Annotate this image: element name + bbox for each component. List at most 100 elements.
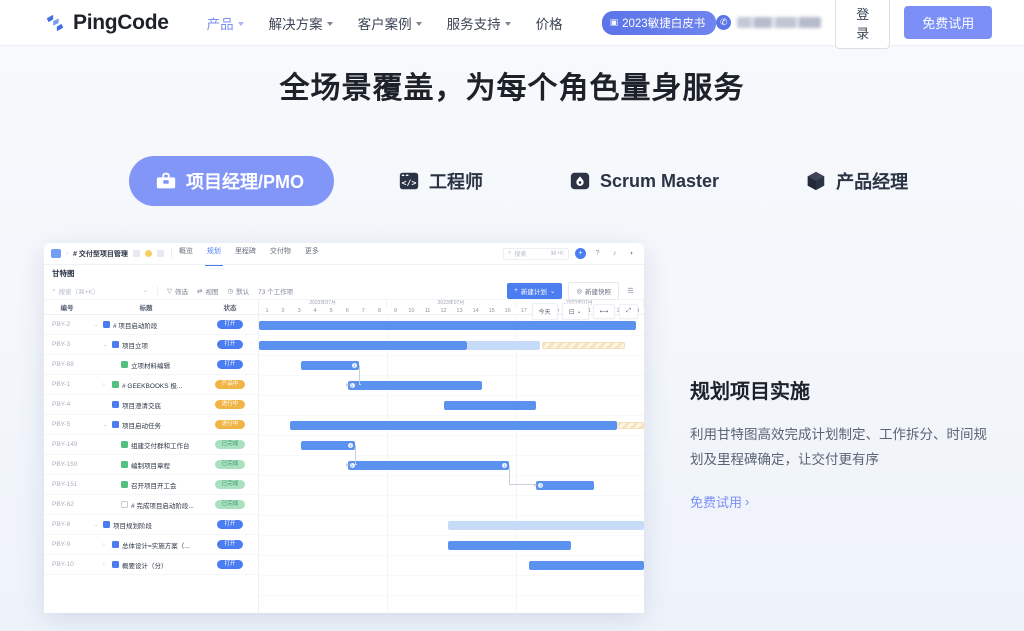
star-icon[interactable] — [144, 250, 152, 257]
gantt-bar[interactable] — [466, 340, 541, 350]
status-badge[interactable]: 打开 — [217, 519, 243, 530]
column-header-status[interactable]: 状态 — [202, 302, 258, 312]
gantt-canvas[interactable]: 111110 — [259, 315, 644, 613]
new-snapshot-button[interactable]: ◎ 新建快照 — [568, 281, 619, 300]
scale-select[interactable]: 日 ⌄ — [561, 303, 589, 320]
free-trial-button[interactable]: 免费试用 — [904, 6, 993, 39]
breadcrumb[interactable]: # 交付型项目管理 — [73, 249, 128, 259]
app-search-input[interactable]: ⌕ 搜索 ⌘+K — [503, 247, 569, 260]
filter-button[interactable]: ▽ 筛选 — [167, 286, 188, 296]
app-tab-planning[interactable]: 规划 — [204, 246, 223, 266]
today-button[interactable]: 今天 — [531, 303, 558, 320]
role-tab-pmo[interactable]: 项目经理/PMO — [129, 156, 335, 206]
status-badge[interactable]: 打开 — [217, 539, 243, 550]
timeline-day-label: 4 — [313, 308, 317, 314]
gantt-bar[interactable] — [541, 341, 625, 349]
status-badge[interactable]: 已完成 — [214, 479, 246, 490]
gantt-chart[interactable]: 2023年07月2023年07月2023年07月1234567891011121… — [259, 300, 644, 613]
avatar[interactable]: ◗ — [626, 248, 637, 259]
nav-item-solutions[interactable]: 解决方案 — [269, 13, 333, 33]
app-tab-more[interactable]: 更多 — [305, 246, 319, 261]
chevron-right-icon[interactable]: › — [103, 562, 109, 568]
brand[interactable]: PingCode — [44, 11, 169, 35]
gantt-bar[interactable] — [617, 421, 644, 429]
chevron-down-icon[interactable]: ⌄ — [103, 422, 109, 428]
gantt-bar[interactable]: 1 — [301, 360, 360, 370]
login-button[interactable]: 登录 — [835, 0, 891, 49]
table-row[interactable]: PBY-10 › 概要设计（分） 打开 — [44, 555, 258, 575]
status-badge[interactable]: 进行中 — [214, 399, 246, 410]
app-tab-deliverables[interactable]: 交付物 — [270, 246, 291, 261]
gantt-bar[interactable]: 1 — [347, 380, 483, 390]
table-row[interactable]: PBY-9 › 总体设计=实施方案（... 打开 — [44, 535, 258, 555]
chevron-down-icon[interactable]: ⌄ — [94, 522, 100, 528]
nav-item-cases[interactable]: 客户案例 — [358, 13, 422, 33]
role-tab-engineer[interactable]: </> 工程师 — [376, 156, 505, 206]
gantt-bar[interactable] — [447, 520, 644, 530]
nav-item-products[interactable]: 产品 — [207, 13, 244, 33]
status-badge[interactable]: 打开 — [217, 359, 243, 370]
table-row[interactable]: PBY-3 ⌄ 项目立项 打开 — [44, 335, 258, 355]
table-row[interactable]: PBY-62 # 完成项目启动阶段... 已完成 — [44, 495, 258, 515]
fit-width-icon[interactable]: ⟷ — [592, 304, 616, 319]
table-row[interactable]: PBY-150 编制项目章程 已完成 — [44, 455, 258, 475]
new-plan-button[interactable]: + 新建计划 ⌄ — [507, 282, 563, 299]
add-button[interactable]: + — [575, 248, 586, 259]
table-row[interactable]: PBY-151 召开项目开工会 已完成 — [44, 475, 258, 495]
nav-item-pricing[interactable]: 价格 — [536, 13, 563, 33]
gantt-toolbar: ⌕ 搜索（⌘+K） ⌄ ▽ 筛选 ⇄ 视图 ◷ 默认 73 个工作项 + 新建计… — [44, 281, 644, 300]
gantt-bar[interactable]: 1 — [301, 440, 356, 450]
chevron-right-icon[interactable]: › — [103, 542, 109, 548]
chevron-right-icon[interactable]: › — [103, 382, 109, 388]
status-badge[interactable]: 产品中 — [214, 379, 246, 390]
role-tab-product-manager[interactable]: 产品经理 — [783, 156, 930, 206]
feature-trial-link[interactable]: 免费试用 › — [690, 492, 749, 511]
gantt-bar[interactable] — [289, 420, 618, 430]
table-row[interactable]: PBY-4 项目澄清交底 进行中 — [44, 395, 258, 415]
gantt-bar[interactable]: 0 — [536, 480, 594, 490]
gantt-bar[interactable] — [259, 320, 637, 330]
status-badge[interactable]: 进行中 — [214, 419, 246, 430]
table-row[interactable]: PBY-8 ⌄ 项目规划阶段 打开 — [44, 515, 258, 535]
list-settings-icon[interactable]: ☰ — [625, 285, 636, 296]
cell-id: PBY-149 — [52, 441, 78, 448]
app-tab-milestone[interactable]: 里程碑 — [235, 246, 256, 261]
status-badge[interactable]: 已完成 — [214, 459, 246, 470]
table-row[interactable]: PBY-1 › # GEEKBOOKS 极... 产品中 — [44, 375, 258, 395]
settings-sliders-icon[interactable] — [156, 250, 164, 257]
view-button[interactable]: ⇄ 视图 — [197, 286, 218, 296]
chevron-down-icon — [504, 21, 511, 26]
table-row[interactable]: PBY-149 组建交付群和工作台 已完成 — [44, 435, 258, 455]
bell-icon[interactable]: ♪ — [609, 248, 620, 259]
status-badge[interactable]: 已完成 — [214, 439, 246, 450]
status-badge[interactable]: 打开 — [217, 319, 243, 330]
app-tab-overview[interactable]: 概览 — [179, 246, 193, 261]
gantt-bar[interactable] — [259, 340, 467, 350]
whitepaper-pill[interactable]: ▣ 2023敏捷白皮书 — [601, 10, 717, 35]
gantt-bar[interactable] — [447, 540, 571, 550]
phone-contact[interactable]: ✆ — [716, 15, 822, 30]
table-row[interactable]: PBY-88 立项材料编辑 打开 — [44, 355, 258, 375]
role-tab-scrum-master[interactable]: Scrum Master — [547, 158, 741, 204]
fullscreen-icon[interactable]: ⤢ — [619, 304, 638, 319]
task-title-label: 总体设计=实施方案（... — [122, 542, 190, 550]
table-row[interactable]: PBY-5 ⌄ 项目启动任务 进行中 — [44, 415, 258, 435]
table-row[interactable]: PBY-2 ⌄ # 项目启动阶段 打开 — [44, 315, 258, 335]
gantt-bar[interactable]: 11 — [347, 460, 510, 470]
gantt-bar[interactable] — [443, 400, 537, 410]
gantt-bar[interactable] — [528, 560, 644, 570]
column-header-id[interactable]: 编号 — [44, 302, 90, 312]
column-header-title[interactable]: 标题 — [90, 302, 202, 312]
default-view-button[interactable]: ◷ 默认 — [227, 286, 249, 296]
chevron-down-icon[interactable]: ⌄ — [94, 322, 100, 328]
copy-icon[interactable] — [132, 250, 140, 257]
gantt-search-input[interactable]: ⌕ 搜索（⌘+K） ⌄ — [52, 286, 148, 296]
cell-id: PBY-2 — [52, 321, 71, 328]
timeline-day-label: 9 — [393, 308, 397, 314]
help-icon[interactable]: ? — [592, 248, 603, 259]
nav-item-support[interactable]: 服务支持 — [447, 13, 511, 33]
status-badge[interactable]: 已完成 — [214, 499, 246, 510]
chevron-down-icon[interactable]: ⌄ — [103, 342, 109, 348]
status-badge[interactable]: 打开 — [217, 339, 243, 350]
status-badge[interactable]: 打开 — [217, 559, 243, 570]
